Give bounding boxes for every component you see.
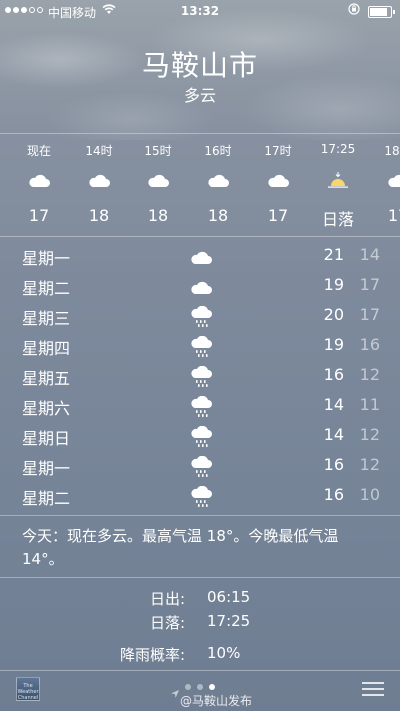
page-dot [197,684,203,690]
cloud-icon [191,281,212,294]
cloud-icon [207,172,229,188]
day-low: 12 [359,365,380,384]
detail-key: 日落: [149,614,185,632]
hour-label: 17:25 [320,142,356,156]
rain-icon [190,396,212,418]
day-name: 星期四 [22,339,71,358]
hour-temp: 18 [207,206,229,225]
rain-icon [190,306,212,328]
divider [0,577,400,578]
clock: 13:32 [180,4,220,18]
day-low: 17 [359,275,380,294]
day-high: 14 [323,395,344,414]
day-high: 16 [323,485,344,504]
watermark: @马鞍山发布 [180,694,253,708]
cloud-icon [387,172,400,188]
day-low: 16 [359,335,380,354]
hour-label: 15时 [144,144,172,158]
day-name: 星期一 [22,249,71,268]
day-row: 星期二 16 10 [0,481,400,511]
hour-label: 现在 [26,144,51,158]
day-row: 星期一 21 14 [0,241,400,271]
rain-icon [190,486,212,508]
hour-label: 16时 [204,144,232,158]
divider [0,236,400,237]
location-arrow-icon [171,683,179,698]
rain-icon [190,426,212,448]
battery-icon [368,6,395,18]
day-name: 星期日 [22,429,71,448]
day-row: 星期五 16 12 [0,361,400,391]
day-row: 星期日 14 12 [0,421,400,451]
day-high: 14 [323,425,344,444]
day-high: 19 [323,335,344,354]
weather-channel-logo[interactable]: The Weather Channel [16,677,40,701]
current-condition: 多云 [183,86,216,105]
cloud-icon [28,172,50,188]
rain-icon [190,336,212,358]
day-low: 12 [359,425,380,444]
cloud-icon [191,251,212,264]
cloud-icon [88,172,110,188]
divider [0,515,400,516]
hour-label: 17时 [264,144,292,158]
detail-value: 10% [207,644,241,662]
day-name: 星期二 [22,489,71,508]
rotation-lock-icon [348,3,360,18]
day-row: 星期四 19 16 [0,331,400,361]
cloud-icon [267,172,289,188]
detail-sunset: 日落: 17:25 [0,612,400,634]
hour-temp: 17 [387,206,400,225]
hourly-forecast[interactable]: 现在 17 14时 18 15时 18 16时 18 17时 17 17:25 … [0,134,400,234]
footer-toolbar: The Weather Channel @马鞍山发布 [0,672,400,711]
day-name: 星期五 [22,369,71,388]
rain-icon [190,366,212,388]
detail-value: 06:15 [207,588,251,606]
today-summary: 今天：现在多云。最高气温 18°。今晚最低气温 14°。 [22,527,339,568]
hour-label: 18时 [384,144,400,158]
day-high: 19 [323,275,344,294]
city-list-icon[interactable] [362,682,384,696]
hour-label: 14时 [85,144,113,158]
sunset-icon [327,172,349,188]
page-dot [185,684,191,690]
hour-temp: 18 [147,206,169,225]
detail-key: 降雨概率: [119,646,185,664]
detail-rain-chance: 降雨概率: 10% [0,644,400,666]
hour-temp: 日落 [321,210,354,229]
page-dot-active [209,684,215,690]
day-low: 17 [359,305,380,324]
divider [0,670,400,671]
day-high: 20 [323,305,344,324]
day-name: 星期二 [22,279,71,298]
detail-key: 日出: [149,590,185,608]
city-name: 马鞍山市 [141,49,258,82]
rain-icon [190,456,212,478]
day-name: 星期六 [22,399,71,418]
hour-temp: 18 [88,206,110,225]
hour-temp: 17 [28,206,50,225]
day-high: 16 [323,365,344,384]
page-indicator[interactable] [171,683,215,698]
day-row: 星期三 20 17 [0,301,400,331]
day-high: 16 [323,455,344,474]
day-high: 21 [323,245,344,264]
day-row: 星期二 19 17 [0,271,400,301]
detail-value: 17:25 [207,612,251,630]
status-bar: 中国移动 13:32 [0,0,400,22]
day-name: 星期一 [22,459,71,478]
hour-temp: 17 [267,206,289,225]
day-name: 星期三 [22,309,71,328]
day-low: 14 [359,245,380,264]
cloud-icon [147,172,169,188]
day-low: 10 [359,485,380,504]
day-low: 11 [359,395,380,414]
detail-sunrise: 日出: 06:15 [0,588,400,610]
day-row: 星期一 16 12 [0,451,400,481]
day-low: 12 [359,455,380,474]
day-row: 星期六 14 11 [0,391,400,421]
